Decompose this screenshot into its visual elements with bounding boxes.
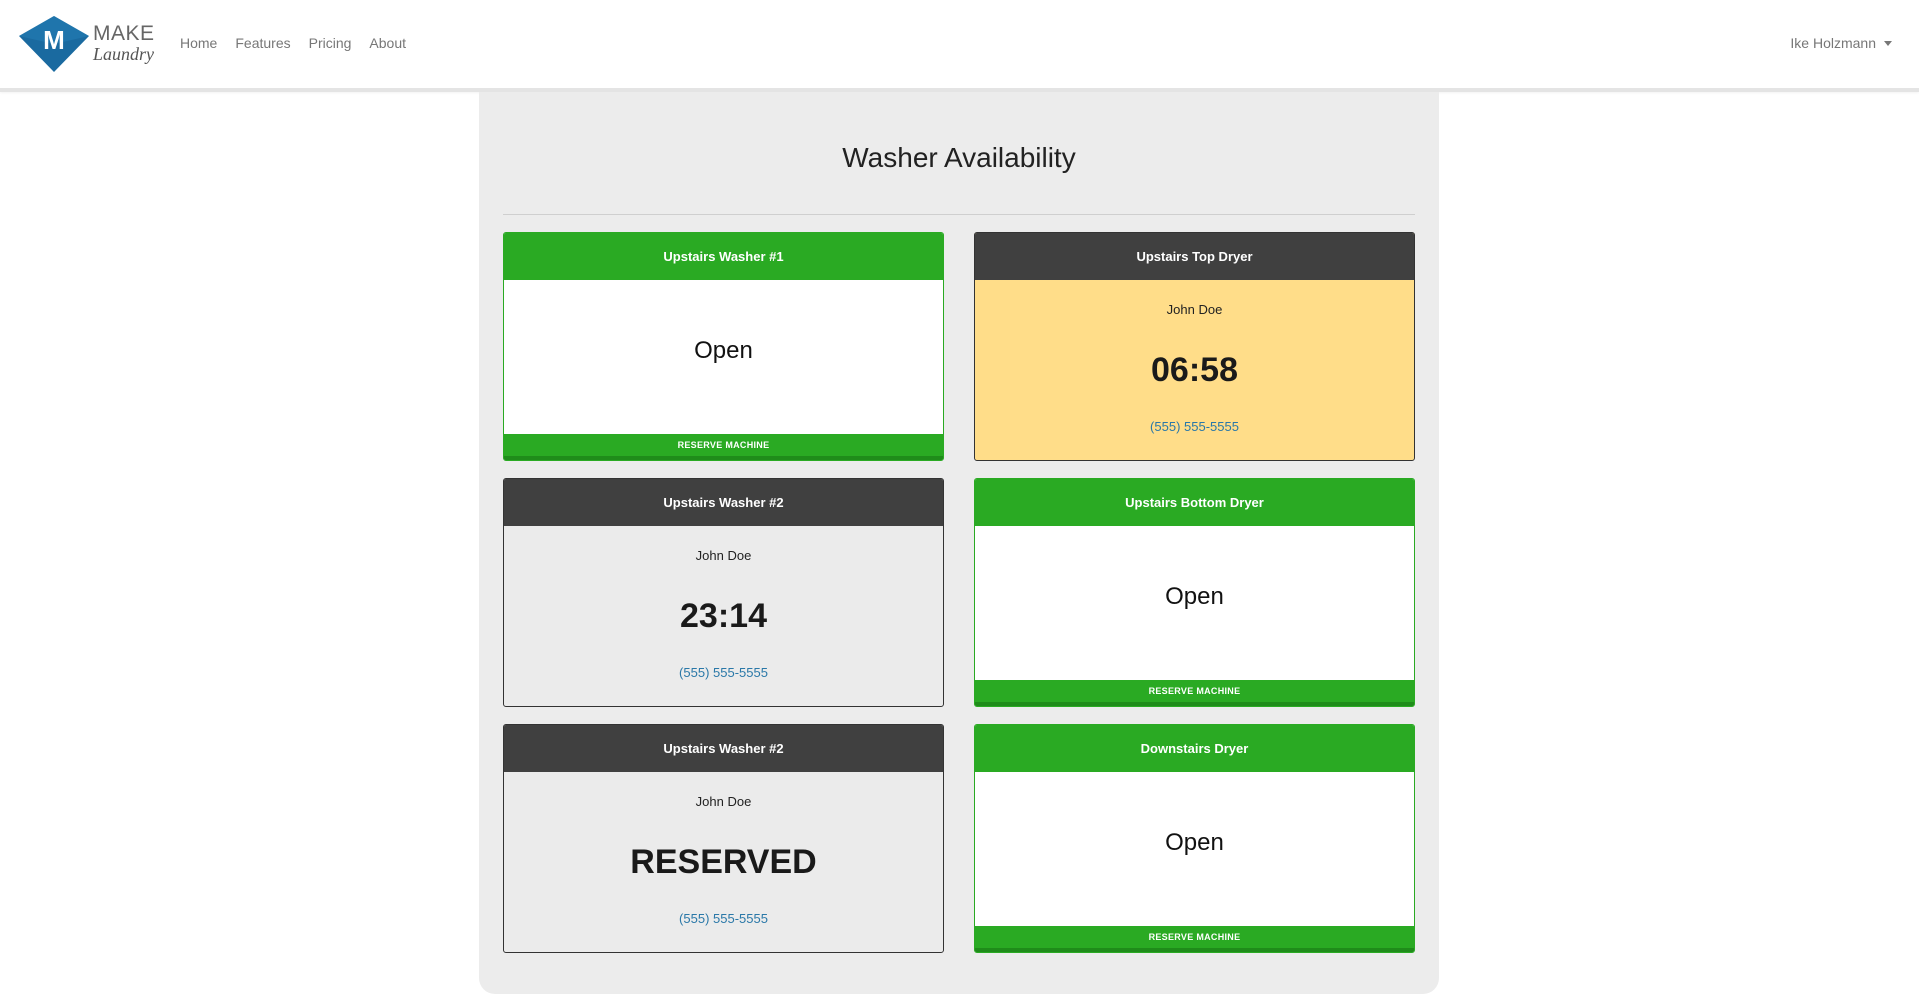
machine-card-open: Downstairs Dryer Open RESERVE MACHINE xyxy=(974,724,1415,953)
brand-make-text: MAKE xyxy=(93,22,155,45)
machine-name: Upstairs Washer #2 xyxy=(504,479,943,526)
machine-user: John Doe xyxy=(695,548,752,563)
machine-card-in-use: Upstairs Top Dryer John Doe 06:58 (555) … xyxy=(974,232,1415,461)
phone-link[interactable]: (555) 555-5555 xyxy=(504,665,943,680)
card-body: Open RESERVE MACHINE xyxy=(975,526,1414,706)
card-body: Open RESERVE MACHINE xyxy=(975,772,1414,952)
nav-links: Home Features Pricing About xyxy=(180,35,406,51)
machine-name: Upstairs Washer #1 xyxy=(504,233,943,280)
user-menu-dropdown[interactable]: Ike Holzmann xyxy=(1790,35,1892,51)
nav-link-about[interactable]: About xyxy=(369,35,406,51)
machine-user: John Doe xyxy=(695,794,752,809)
machine-card-in-use: Upstairs Washer #2 John Doe 23:14 (555) … xyxy=(503,478,944,707)
machine-name: Upstairs Bottom Dryer xyxy=(975,479,1414,526)
availability-panel: Washer Availability Upstairs Washer #1 O… xyxy=(479,92,1439,994)
machine-timer: 06:58 xyxy=(1151,351,1238,389)
card-body: John Doe 06:58 (555) 555-5555 xyxy=(975,280,1414,460)
brand-logo[interactable]: M MAKE Laundry xyxy=(19,16,154,72)
machine-name: Downstairs Dryer xyxy=(975,725,1414,772)
reserve-machine-button[interactable]: RESERVE MACHINE xyxy=(975,926,1414,952)
brand-laundry-text: Laundry xyxy=(93,44,155,64)
reserve-machine-button[interactable]: RESERVE MACHINE xyxy=(504,434,943,460)
machine-status: Open xyxy=(1165,829,1224,856)
machine-name: Upstairs Top Dryer xyxy=(975,233,1414,280)
title-divider xyxy=(503,214,1415,215)
phone-link[interactable]: (555) 555-5555 xyxy=(504,911,943,926)
machine-timer: RESERVED xyxy=(630,843,817,881)
nav-link-features[interactable]: Features xyxy=(235,35,290,51)
machine-card-reserved: Upstairs Washer #2 John Doe RESERVED (55… xyxy=(503,724,944,953)
machine-user: John Doe xyxy=(1166,302,1223,317)
card-body: Open RESERVE MACHINE xyxy=(504,280,943,460)
user-name: Ike Holzmann xyxy=(1790,35,1876,51)
phone-link[interactable]: (555) 555-5555 xyxy=(975,419,1414,434)
nav-link-home[interactable]: Home xyxy=(180,35,217,51)
machine-card-open: Upstairs Bottom Dryer Open RESERVE MACHI… xyxy=(974,478,1415,707)
logo-letter: M xyxy=(43,25,65,55)
navbar: M MAKE Laundry Home Features Pricing Abo… xyxy=(0,0,1919,92)
card-body: John Doe RESERVED (555) 555-5555 xyxy=(504,772,943,952)
page-title: Washer Availability xyxy=(842,142,1076,173)
machine-timer: 23:14 xyxy=(680,597,767,635)
diamond-logo-icon: M xyxy=(19,16,89,72)
reserve-machine-button[interactable]: RESERVE MACHINE xyxy=(975,680,1414,706)
machine-name: Upstairs Washer #2 xyxy=(504,725,943,772)
caret-down-icon xyxy=(1884,40,1892,46)
machine-status: Open xyxy=(1165,583,1224,610)
card-body: John Doe 23:14 (555) 555-5555 xyxy=(504,526,943,706)
machine-status: Open xyxy=(694,337,753,364)
nav-link-pricing[interactable]: Pricing xyxy=(309,35,352,51)
machine-card-open: Upstairs Washer #1 Open RESERVE MACHINE xyxy=(503,232,944,461)
